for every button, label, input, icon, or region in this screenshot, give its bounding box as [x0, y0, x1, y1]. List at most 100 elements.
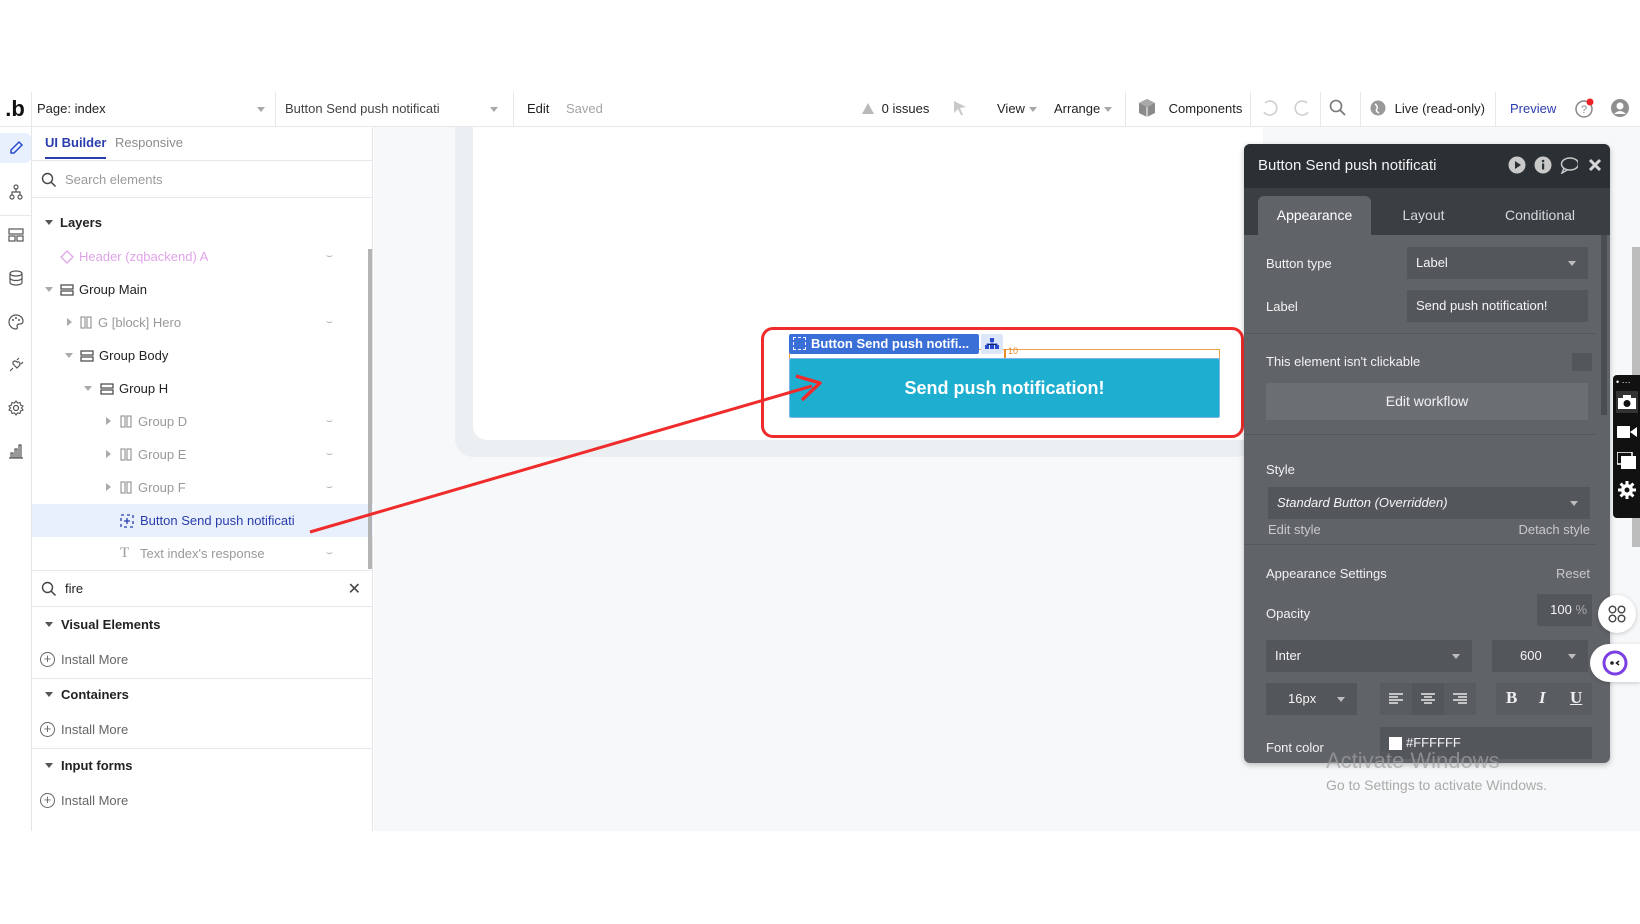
- screenshot-button[interactable]: [1616, 391, 1638, 413]
- close-icon[interactable]: [1586, 156, 1604, 174]
- label-input[interactable]: Send push notification!: [1407, 290, 1588, 322]
- layer-item[interactable]: Group D ⌣: [32, 405, 373, 438]
- font-size-dropdown[interactable]: 16px: [1266, 683, 1357, 715]
- plugins-tab[interactable]: [0, 350, 31, 380]
- detach-style-link[interactable]: Detach style: [1518, 522, 1590, 537]
- layer-label: Group Body: [99, 348, 169, 363]
- section-containers[interactable]: Containers: [32, 678, 373, 711]
- install-more-link[interactable]: + Install More: [32, 713, 373, 746]
- layer-item[interactable]: Group Main: [32, 273, 373, 306]
- bubble-logo[interactable]: .b: [0, 96, 30, 124]
- opacity-input[interactable]: 100 %: [1537, 594, 1592, 626]
- layer-item[interactable]: Group H: [32, 372, 373, 405]
- tab-responsive[interactable]: Responsive: [115, 135, 183, 150]
- preview-play-icon[interactable]: [1508, 156, 1526, 174]
- account-button[interactable]: [1610, 92, 1630, 126]
- design-tab[interactable]: [0, 133, 31, 163]
- divider: [1320, 92, 1321, 126]
- video-camera-icon: [1617, 426, 1637, 438]
- more-dots-icon[interactable]: • ···: [1616, 377, 1631, 387]
- chevron-down-icon: [1028, 107, 1037, 113]
- logs-tab[interactable]: [0, 436, 31, 466]
- hidden-eye-icon[interactable]: ⌣: [326, 471, 333, 504]
- font-family-dropdown[interactable]: Inter: [1266, 640, 1472, 672]
- top-toolbar: .b Page: index Button Send push notifica…: [0, 92, 1640, 127]
- layer-item[interactable]: Group Body: [32, 339, 373, 372]
- live-version-button[interactable]: Live (read-only): [1370, 92, 1485, 126]
- components-button[interactable]: Components: [1137, 92, 1242, 126]
- redo-button[interactable]: [1294, 92, 1312, 126]
- page-selector[interactable]: Page: index: [37, 92, 272, 126]
- recorder-settings-button[interactable]: [1616, 479, 1638, 501]
- styles-tab[interactable]: [0, 307, 31, 337]
- workflow-tab[interactable]: [0, 177, 31, 207]
- hidden-eye-icon[interactable]: ⌣: [326, 306, 333, 339]
- align-center-button[interactable]: [1412, 683, 1444, 715]
- layer-item[interactable]: Group E ⌣: [32, 438, 373, 471]
- layers-header[interactable]: Layers: [32, 206, 373, 239]
- align-right-button[interactable]: [1444, 683, 1476, 715]
- align-left-button[interactable]: [1380, 683, 1412, 715]
- divider: [31, 92, 32, 126]
- element-selector[interactable]: Button Send push notificati: [285, 92, 505, 126]
- hidden-eye-icon[interactable]: ⌣: [326, 240, 333, 273]
- tab-layout[interactable]: Layout: [1371, 196, 1476, 235]
- window-capture-button[interactable]: [1616, 450, 1638, 472]
- warning-icon: [862, 103, 874, 114]
- hidden-eye-icon[interactable]: ⌣: [326, 438, 333, 471]
- style-dropdown[interactable]: Standard Button (Overridden): [1268, 487, 1590, 519]
- inspect-button[interactable]: [952, 92, 968, 126]
- record-video-button[interactable]: [1616, 421, 1638, 443]
- assistant-bot-button[interactable]: [1590, 644, 1640, 682]
- reset-link[interactable]: Reset: [1556, 566, 1590, 581]
- underline-button[interactable]: U: [1570, 688, 1582, 708]
- command-shortcut-button[interactable]: [1598, 595, 1636, 633]
- tab-conditional[interactable]: Conditional: [1480, 196, 1600, 235]
- font-weight-dropdown[interactable]: 600: [1492, 640, 1588, 672]
- italic-button[interactable]: I: [1539, 688, 1546, 708]
- panel-header[interactable]: Button Send push notificati: [1244, 144, 1610, 188]
- tab-ui-builder[interactable]: UI Builder: [45, 135, 107, 159]
- undo-button[interactable]: [1260, 92, 1278, 126]
- tab-appearance[interactable]: Appearance: [1258, 196, 1371, 235]
- preview-button[interactable]: Preview: [1510, 92, 1556, 126]
- layer-item[interactable]: Header (zqbackend) A ⌣: [32, 240, 373, 273]
- button-type-dropdown[interactable]: Label: [1407, 247, 1588, 279]
- element-search[interactable]: Search elements: [32, 162, 373, 198]
- settings-tab[interactable]: [0, 393, 31, 423]
- edit-button[interactable]: Edit: [527, 92, 549, 126]
- clear-search-icon[interactable]: ✕: [348, 579, 361, 599]
- view-menu[interactable]: View: [997, 92, 1037, 126]
- search-button[interactable]: [1329, 92, 1347, 126]
- issues-button[interactable]: 0 issues: [862, 92, 929, 126]
- layer-item-selected[interactable]: Button Send push notificati: [32, 504, 373, 537]
- hidden-eye-icon[interactable]: ⌣: [326, 537, 333, 570]
- arrange-menu[interactable]: Arrange: [1054, 92, 1112, 126]
- components-label: Components: [1168, 101, 1243, 116]
- bold-button[interactable]: B: [1506, 688, 1517, 708]
- section-visual-elements[interactable]: Visual Elements: [32, 608, 373, 641]
- info-icon[interactable]: [1534, 156, 1552, 174]
- align-left-icon: [1389, 693, 1403, 704]
- layer-item[interactable]: G [block] Hero ⌣: [32, 306, 373, 339]
- edit-workflow-button[interactable]: Edit workflow: [1266, 383, 1588, 420]
- plus-circle-icon: +: [40, 652, 55, 667]
- hidden-eye-icon[interactable]: ⌣: [326, 405, 333, 438]
- data-tab[interactable]: [0, 263, 31, 293]
- element-palette-search[interactable]: fire ✕: [32, 571, 373, 607]
- comment-icon[interactable]: [1560, 156, 1578, 174]
- edit-style-link[interactable]: Edit style: [1268, 522, 1321, 537]
- panel-scrollbar[interactable]: [1601, 235, 1607, 415]
- layer-item[interactable]: T Text index's response ⌣: [32, 537, 373, 570]
- not-clickable-checkbox[interactable]: [1572, 353, 1592, 371]
- chevron-down-icon: [1568, 654, 1576, 659]
- reusable-diamond-icon: [60, 250, 74, 264]
- data-layout-tab[interactable]: [0, 220, 31, 250]
- section-input-forms[interactable]: Input forms: [32, 749, 373, 782]
- layers-scrollbar[interactable]: [368, 249, 372, 569]
- help-button[interactable]: ?: [1575, 92, 1595, 126]
- chevron-down-icon: [1570, 501, 1578, 506]
- install-more-link[interactable]: + Install More: [32, 784, 373, 817]
- layer-item[interactable]: Group F ⌣: [32, 471, 373, 504]
- install-more-link[interactable]: + Install More: [32, 643, 373, 676]
